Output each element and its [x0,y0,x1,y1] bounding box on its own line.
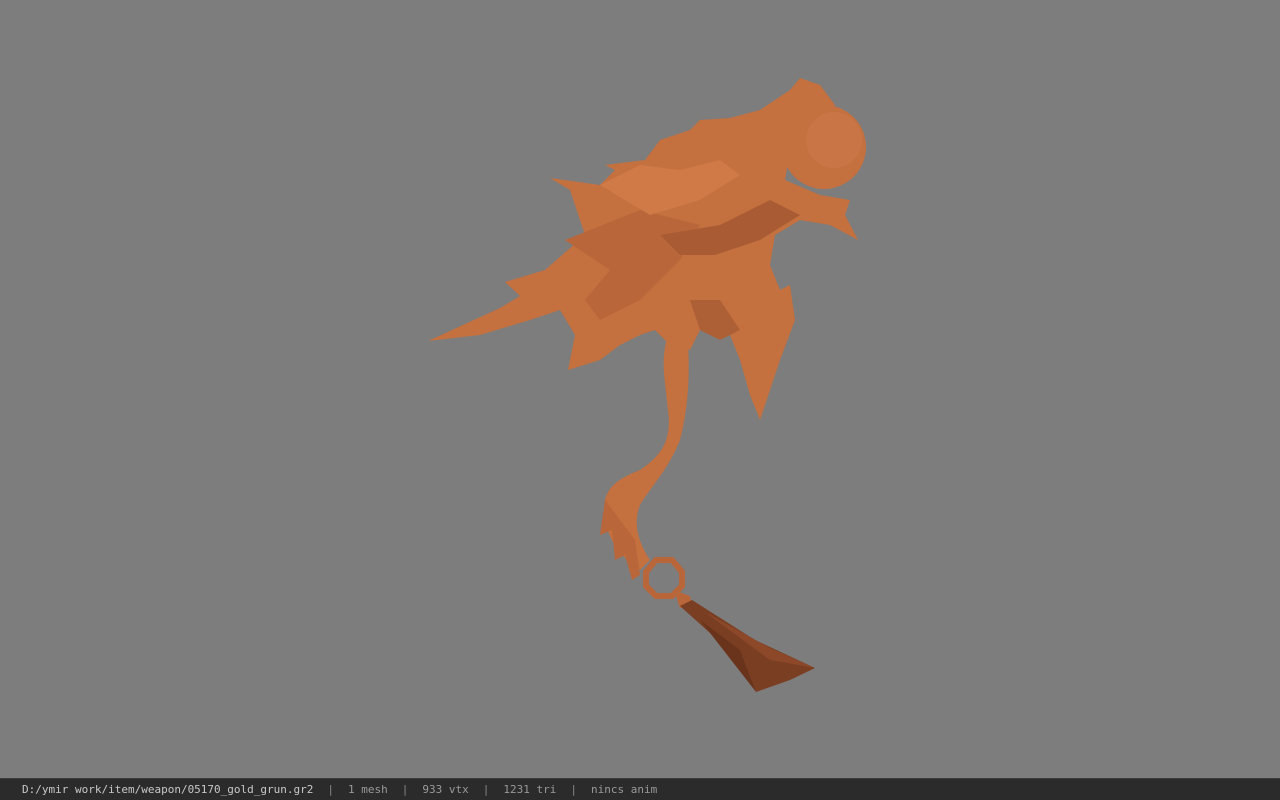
status-bar: D:/ymir work/item/weapon/05170_gold_grun… [0,778,1280,800]
separator: | [401,783,409,796]
3d-viewport[interactable] [0,0,1280,778]
weapon-ring [643,557,685,599]
triangle-count: 1231 tri [503,783,557,796]
vertex-count: 933 vtx [422,783,469,796]
animation-status: nincs anim [591,783,658,796]
weapon-model-render [428,78,866,692]
weapon-tassel [674,590,815,692]
separator: | [327,783,335,796]
separator: | [570,783,577,796]
separator: | [482,783,490,796]
mesh-count: 1 mesh [348,783,388,796]
file-path: D:/ymir work/item/weapon/05170_gold_grun… [22,783,314,796]
